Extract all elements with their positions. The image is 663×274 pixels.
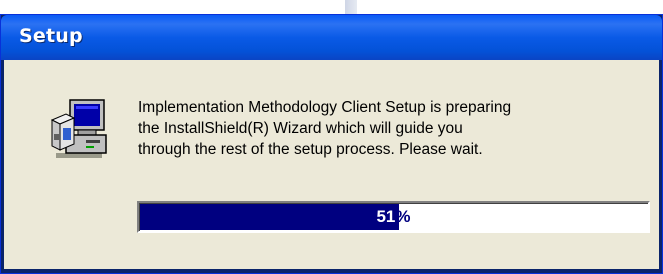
setup-computer-icon (50, 99, 107, 158)
title-bar[interactable]: Setup (1, 15, 662, 60)
dialog-body: Implementation Methodology Client Setup … (4, 60, 659, 269)
setup-dialog-window: Setup Implementation Methodology Client … (0, 14, 663, 274)
progress-percent-number: 51 (376, 207, 396, 226)
desktop-background: Setup Implementation Methodology Client … (0, 0, 663, 274)
window-title: Setup (19, 25, 83, 47)
progress-percent-sign: % (395, 207, 411, 226)
progress-label: 51% (139, 203, 648, 231)
progress-bar: 51% (137, 201, 650, 233)
setup-message: Implementation Methodology Client Setup … (138, 99, 512, 158)
